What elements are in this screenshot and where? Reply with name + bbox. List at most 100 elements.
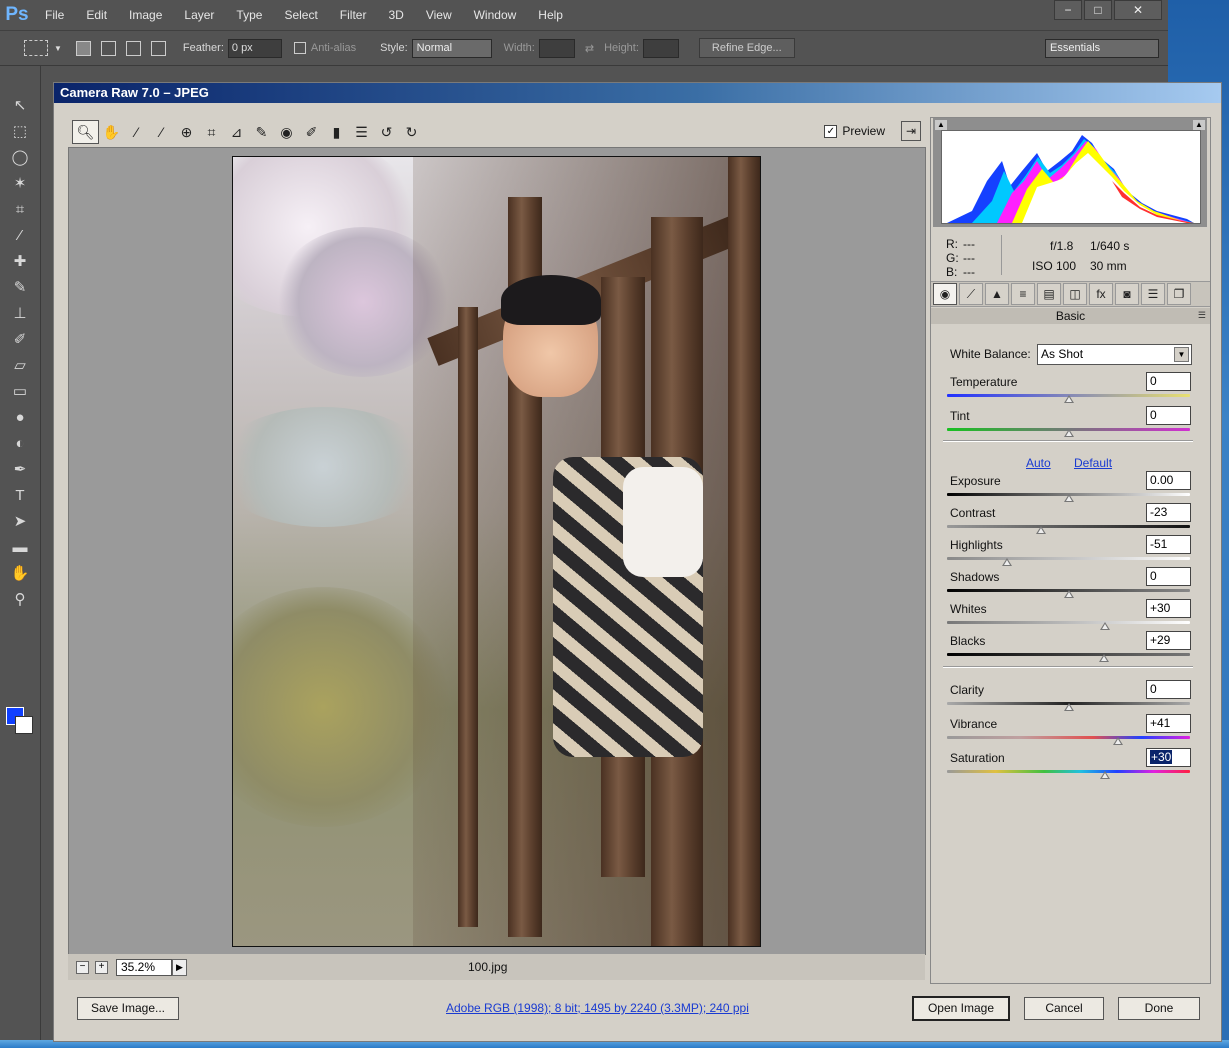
saturation-slider-thumb[interactable] bbox=[1099, 771, 1110, 779]
brush-tool-icon[interactable]: ✎ bbox=[0, 274, 40, 300]
targeted-adjustment-icon[interactable]: ⊕ bbox=[174, 121, 199, 143]
menu-help[interactable]: Help bbox=[527, 8, 574, 22]
done-button[interactable]: Done bbox=[1118, 997, 1200, 1020]
highlights-slider-track[interactable] bbox=[947, 557, 1190, 560]
history-brush-tool-icon[interactable]: ✐ bbox=[0, 326, 40, 352]
menu-select[interactable]: Select bbox=[273, 8, 328, 22]
save-image-button[interactable]: Save Image... bbox=[77, 997, 179, 1020]
blur-tool-icon[interactable]: ● bbox=[0, 404, 40, 430]
vibrance-slider-thumb[interactable] bbox=[1113, 737, 1124, 745]
zoom-menu-arrow[interactable]: ▶ bbox=[172, 958, 187, 976]
clarity-field[interactable]: 0 bbox=[1146, 680, 1191, 699]
vibrance-slider-track[interactable] bbox=[947, 736, 1190, 739]
menu-type[interactable]: Type bbox=[225, 8, 273, 22]
spot-removal-icon[interactable]: ✎ bbox=[249, 121, 274, 143]
whites-field[interactable]: +30 bbox=[1146, 599, 1191, 618]
contrast-field[interactable]: -23 bbox=[1146, 503, 1191, 522]
whites-slider-thumb[interactable] bbox=[1099, 622, 1110, 630]
rotate-right-icon[interactable]: ↻ bbox=[399, 121, 424, 143]
highlights-slider-thumb[interactable] bbox=[1001, 558, 1012, 566]
close-button[interactable]: ✕ bbox=[1114, 0, 1162, 20]
shadow-clipping-icon[interactable]: ▲ bbox=[935, 120, 947, 130]
menu-3d[interactable]: 3D bbox=[377, 8, 414, 22]
menu-window[interactable]: Window bbox=[463, 8, 528, 22]
rotate-left-icon[interactable]: ↺ bbox=[374, 121, 399, 143]
tab-basic[interactable]: ◉ bbox=[933, 283, 957, 305]
saturation-field[interactable]: +30 bbox=[1146, 748, 1191, 767]
maximize-button[interactable]: □ bbox=[1084, 0, 1112, 20]
highlight-clipping-icon[interactable]: ▲ bbox=[1193, 120, 1205, 130]
menu-view[interactable]: View bbox=[415, 8, 463, 22]
zoom-tool-icon[interactable]: ⚲ bbox=[0, 586, 40, 612]
stamp-tool-icon[interactable]: ⊥ bbox=[0, 300, 40, 326]
blacks-slider-thumb[interactable] bbox=[1098, 654, 1109, 662]
preferences-icon[interactable]: ☰ bbox=[349, 121, 374, 143]
contrast-slider-track[interactable] bbox=[947, 525, 1190, 528]
temperature-field[interactable]: 0 bbox=[1146, 372, 1191, 391]
tab-detail[interactable]: ▲ bbox=[985, 283, 1009, 305]
straighten-icon[interactable]: ⊿ bbox=[224, 121, 249, 143]
eyedropper-tool-icon[interactable]: ⁄ bbox=[0, 222, 40, 248]
menu-file[interactable]: File bbox=[34, 8, 75, 22]
preview-checkbox[interactable]: ✓ bbox=[824, 124, 838, 138]
auto-link[interactable]: Auto bbox=[1026, 456, 1051, 470]
new-selection-icon[interactable] bbox=[75, 40, 91, 56]
white-balance-select[interactable]: As Shot ▼ bbox=[1037, 344, 1192, 365]
saturation-slider-track[interactable] bbox=[947, 770, 1190, 773]
background-color-swatch[interactable] bbox=[15, 716, 33, 734]
open-image-button[interactable]: Open Image bbox=[912, 996, 1010, 1021]
refine-edge-button[interactable]: Refine Edge... bbox=[698, 38, 795, 58]
lasso-tool-icon[interactable]: ◯ bbox=[0, 144, 40, 170]
red-eye-icon[interactable]: ◉ bbox=[274, 121, 299, 143]
marquee-tool-icon[interactable]: ⬚ bbox=[0, 118, 40, 144]
intersect-selection-icon[interactable] bbox=[150, 40, 166, 56]
tab-presets[interactable]: ☰ bbox=[1141, 283, 1165, 305]
exposure-field[interactable]: 0.00 bbox=[1146, 471, 1191, 490]
blacks-field[interactable]: +29 bbox=[1146, 631, 1191, 650]
type-tool-icon[interactable]: T bbox=[0, 482, 40, 508]
style-select[interactable]: Normal bbox=[411, 38, 492, 58]
gradient-tool-icon[interactable]: ▭ bbox=[0, 378, 40, 404]
tab-split-toning[interactable]: ▤ bbox=[1037, 283, 1061, 305]
eraser-tool-icon[interactable]: ▱ bbox=[0, 352, 40, 378]
feather-input[interactable]: 0 px bbox=[227, 38, 282, 58]
graduated-filter-icon[interactable]: ▮ bbox=[324, 121, 349, 143]
chevron-down-icon[interactable]: ▼ bbox=[1174, 347, 1189, 362]
tab-hsl[interactable]: ≡ bbox=[1011, 283, 1035, 305]
height-input[interactable] bbox=[642, 38, 679, 58]
tab-snapshots[interactable]: ❐ bbox=[1167, 283, 1191, 305]
antialias-checkbox[interactable] bbox=[293, 42, 306, 54]
tab-camera-calibration[interactable]: ◙ bbox=[1115, 283, 1139, 305]
clarity-slider-thumb[interactable] bbox=[1063, 703, 1074, 711]
healing-tool-icon[interactable]: ✚ bbox=[0, 248, 40, 274]
temperature-slider-thumb[interactable] bbox=[1063, 395, 1074, 403]
vibrance-field[interactable]: +41 bbox=[1146, 714, 1191, 733]
chevron-down-icon[interactable]: ▼ bbox=[54, 44, 62, 53]
blacks-slider-track[interactable] bbox=[947, 653, 1190, 656]
tint-slider-thumb[interactable] bbox=[1063, 429, 1074, 437]
exposure-slider-thumb[interactable] bbox=[1063, 494, 1074, 502]
magic-wand-tool-icon[interactable]: ✶ bbox=[0, 170, 40, 196]
menu-edit[interactable]: Edit bbox=[75, 8, 118, 22]
move-tool-icon[interactable]: ↖ bbox=[0, 92, 40, 118]
menu-filter[interactable]: Filter bbox=[329, 8, 378, 22]
preview-toggle[interactable]: ✓ Preview bbox=[824, 124, 885, 138]
contrast-slider-thumb[interactable] bbox=[1035, 526, 1046, 534]
default-link[interactable]: Default bbox=[1074, 456, 1112, 470]
fullscreen-icon[interactable]: ⇥ bbox=[901, 121, 921, 141]
color-sampler-icon[interactable]: ⁄ bbox=[149, 121, 174, 143]
tint-field[interactable]: 0 bbox=[1146, 406, 1191, 425]
workflow-options-link[interactable]: Adobe RGB (1998); 8 bit; 1495 by 2240 (3… bbox=[446, 1001, 749, 1015]
adjustment-brush-icon[interactable]: ✐ bbox=[299, 121, 324, 143]
marquee-icon[interactable] bbox=[24, 40, 48, 56]
workspace-select[interactable]: Essentials bbox=[1045, 39, 1159, 58]
cancel-button[interactable]: Cancel bbox=[1024, 997, 1104, 1020]
zoom-icon[interactable]: 🔍︎ bbox=[72, 120, 99, 144]
white-balance-icon[interactable]: ⁄ bbox=[124, 121, 149, 143]
highlights-field[interactable]: -51 bbox=[1146, 535, 1191, 554]
hand-tool-icon[interactable]: ✋ bbox=[0, 560, 40, 586]
tab-tone-curve[interactable]: ⟋ bbox=[959, 283, 983, 305]
tab-lens-corrections[interactable]: ◫ bbox=[1063, 283, 1087, 305]
width-input[interactable] bbox=[538, 38, 575, 58]
panel-menu-icon[interactable]: ☰ bbox=[1198, 310, 1206, 321]
